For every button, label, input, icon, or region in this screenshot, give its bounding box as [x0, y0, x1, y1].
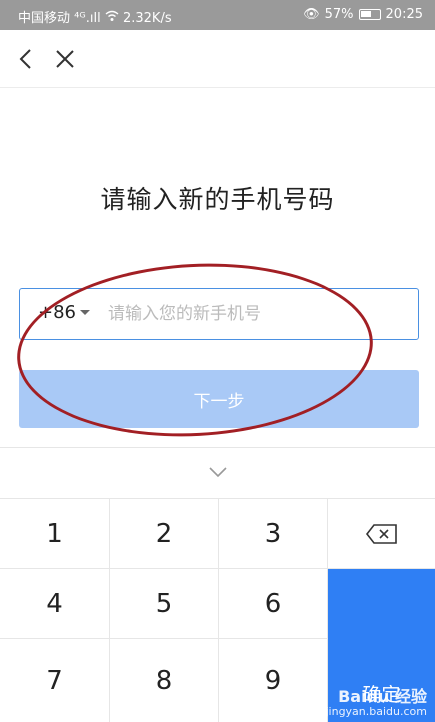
watermark-brand: Baidu 经验 — [338, 687, 427, 707]
key-7[interactable]: 7 — [0, 639, 110, 722]
key-5[interactable]: 5 — [110, 569, 219, 639]
key-1[interactable]: 1 — [0, 499, 110, 569]
phone-input[interactable] — [108, 299, 408, 329]
page-title: 请输入新的手机号码 — [100, 185, 335, 214]
next-step-button[interactable]: 下一步 — [19, 370, 419, 428]
battery-icon — [358, 9, 381, 20]
status-right: 👁 57% 20:25 — [303, 7, 423, 22]
keyboard-divider — [0, 447, 435, 448]
key-3[interactable]: 3 — [219, 499, 328, 569]
key-6[interactable]: 6 — [219, 569, 328, 639]
watermark: Baidu 经验 jingyan.baidu.com — [325, 688, 427, 718]
status-left: 中国移动 ⁴ᴳ.ıll 2.32K/s — [18, 7, 172, 26]
key-2[interactable]: 2 — [110, 499, 219, 569]
clock: 20:25 — [385, 7, 423, 22]
signal-icon: ⁴ᴳ.ıll — [74, 11, 101, 26]
key-4[interactable]: 4 — [0, 569, 110, 639]
delete-key[interactable] — [328, 499, 435, 569]
status-bar: 中国移动 ⁴ᴳ.ıll 2.32K/s 👁 57% 20:25 — [0, 0, 435, 30]
nav-bar — [0, 30, 435, 88]
key-9[interactable]: 9 — [219, 639, 328, 722]
close-icon — [56, 50, 74, 68]
country-code-selector[interactable]: +86 — [38, 302, 90, 323]
country-code-label: +86 — [38, 302, 76, 323]
back-button[interactable] — [10, 42, 44, 76]
backspace-icon — [365, 523, 397, 544]
chevron-left-icon — [19, 49, 31, 69]
phone-field: +86 — [19, 288, 419, 340]
chevron-down-icon — [209, 467, 227, 478]
battery-percent: 57% — [324, 7, 354, 22]
watermark-url: jingyan.baidu.com — [325, 704, 427, 718]
hide-keyboard-button[interactable] — [205, 462, 231, 482]
key-8[interactable]: 8 — [110, 639, 219, 722]
caret-down-icon — [80, 310, 90, 315]
network-speed: 2.32K/s — [122, 11, 172, 26]
close-button[interactable] — [48, 42, 82, 76]
wifi-icon — [105, 10, 123, 26]
carrier-label: 中国移动 — [18, 11, 71, 26]
eye-icon: 👁 — [303, 7, 320, 22]
